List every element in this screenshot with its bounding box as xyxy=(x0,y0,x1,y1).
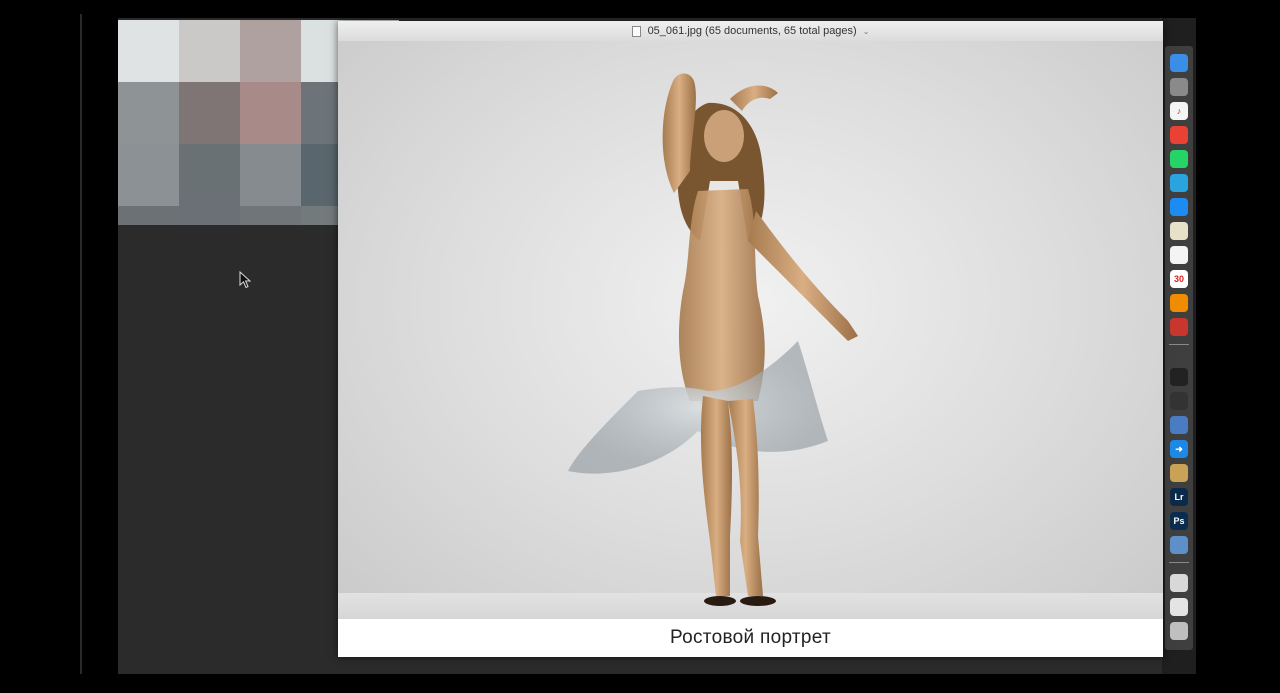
downloads-folder-icon[interactable] xyxy=(1170,574,1188,592)
quicklook-title: 05_061.jpg (65 documents, 65 total pages… xyxy=(647,25,857,37)
preview-photo xyxy=(338,41,1163,619)
mouse-cursor-icon xyxy=(239,271,252,289)
dock-separator xyxy=(1169,562,1189,563)
messenger-icon[interactable] xyxy=(1170,198,1188,216)
finder-icon[interactable] xyxy=(1170,54,1188,72)
photo-app-icon[interactable] xyxy=(1170,464,1188,482)
pixel-tile xyxy=(240,82,301,144)
lightroom-icon[interactable]: Lr xyxy=(1170,488,1188,506)
dock-separator xyxy=(1169,344,1189,345)
screen-capture-icon[interactable] xyxy=(1170,416,1188,434)
slide-caption: Ростовой портрет xyxy=(338,619,1163,657)
quicklook-titlebar[interactable]: 05_061.jpg (65 documents, 65 total pages… xyxy=(338,21,1163,42)
trash-icon[interactable] xyxy=(1170,622,1188,640)
pixel-tile xyxy=(179,206,240,225)
quicklook-window[interactable]: 05_061.jpg (65 documents, 65 total pages… xyxy=(338,21,1163,657)
migration-arrow-icon[interactable]: ➜ xyxy=(1170,440,1188,458)
pixel-tile xyxy=(118,144,179,206)
pixel-tile xyxy=(179,144,240,206)
system-preferences-icon[interactable] xyxy=(1170,78,1188,96)
pixel-tile xyxy=(240,206,301,225)
photo-booth-icon[interactable] xyxy=(1170,318,1188,336)
window-edge-line xyxy=(80,14,82,674)
chrome-icon[interactable] xyxy=(1170,126,1188,144)
screen: 05_061.jpg (65 documents, 65 total pages… xyxy=(0,0,1280,693)
documents-folder-icon[interactable] xyxy=(1170,598,1188,616)
chevron-down-icon[interactable]: ⌄ xyxy=(863,27,870,36)
pixel-tile xyxy=(118,206,179,225)
pixel-tile xyxy=(179,82,240,144)
dock: ♪ 30 ➜ Lr Ps xyxy=(1165,46,1193,650)
telegram-icon[interactable] xyxy=(1170,174,1188,192)
itunes-icon[interactable]: ♪ xyxy=(1170,102,1188,120)
calendar-icon[interactable]: 30 xyxy=(1170,270,1188,288)
notes-icon[interactable] xyxy=(1170,222,1188,240)
figure-illustration xyxy=(568,73,858,606)
pixel-tile xyxy=(118,20,179,82)
camera-app-icon[interactable] xyxy=(1170,392,1188,410)
textedit-icon[interactable] xyxy=(1170,246,1188,264)
pixel-tile xyxy=(118,82,179,144)
photoshop-icon[interactable]: Ps xyxy=(1170,512,1188,530)
pixel-tile xyxy=(240,20,301,82)
document-icon xyxy=(631,25,641,37)
pixel-tile xyxy=(240,144,301,206)
github-icon[interactable] xyxy=(1170,368,1188,386)
whatsapp-icon[interactable] xyxy=(1170,150,1188,168)
preview-icon[interactable] xyxy=(1170,536,1188,554)
pixel-tile xyxy=(179,20,240,82)
vlc-icon[interactable] xyxy=(1170,294,1188,312)
